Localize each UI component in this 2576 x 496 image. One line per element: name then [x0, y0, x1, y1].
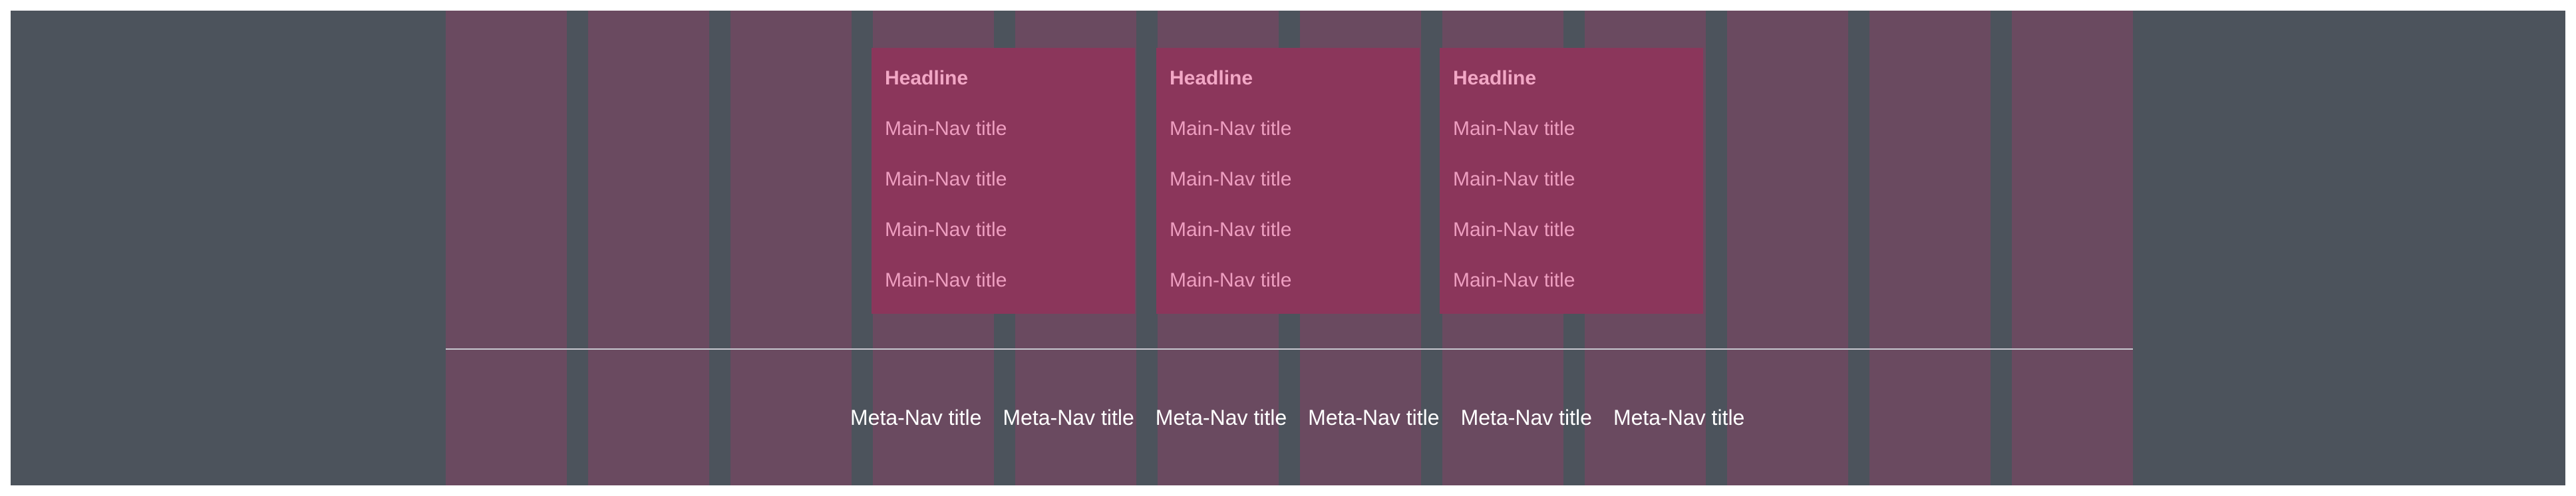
divider [446, 348, 2133, 350]
main-nav-group: Headline Main-Nav title Main-Nav title M… [1440, 48, 1703, 314]
main-nav-link[interactable]: Main-Nav title [1170, 166, 1406, 193]
main-nav-link[interactable]: Main-Nav title [1453, 116, 1690, 142]
main-nav-headline: Headline [885, 67, 969, 89]
meta-nav: Meta-Nav title Meta-Nav title Meta-Nav t… [850, 402, 1744, 434]
main-nav-link[interactable]: Main-Nav title [885, 267, 1122, 294]
main-nav-link[interactable]: Main-Nav title [1453, 166, 1690, 193]
main-nav-group: Headline Main-Nav title Main-Nav title M… [872, 48, 1135, 314]
main-nav-link[interactable]: Main-Nav title [885, 217, 1122, 243]
meta-nav-link[interactable]: Meta-Nav title [1613, 402, 1744, 434]
main-nav-group: Headline Main-Nav title Main-Nav title M… [1156, 48, 1420, 314]
grid-column [446, 11, 567, 485]
meta-nav-link[interactable]: Meta-Nav title [1156, 402, 1287, 434]
meta-nav-link[interactable]: Meta-Nav title [850, 402, 981, 434]
grid-column [1869, 11, 1991, 485]
grid-column [588, 11, 709, 485]
main-nav-headline: Headline [1453, 67, 1537, 89]
meta-nav-link[interactable]: Meta-Nav title [1461, 402, 1592, 434]
main-nav-link[interactable]: Main-Nav title [1170, 116, 1406, 142]
main-nav-headline: Headline [1170, 67, 1253, 89]
grid-column [1727, 11, 1848, 485]
main-nav-link[interactable]: Main-Nav title [1170, 267, 1406, 294]
meta-nav-link[interactable]: Meta-Nav title [1003, 402, 1134, 434]
grid-column [2012, 11, 2133, 485]
main-nav-link[interactable]: Main-Nav title [1453, 217, 1690, 243]
main-nav-link[interactable]: Main-Nav title [885, 116, 1122, 142]
footer-navigation-layout: Headline Main-Nav title Main-Nav title M… [11, 11, 2565, 485]
meta-nav-link[interactable]: Meta-Nav title [1308, 402, 1439, 434]
main-nav-link[interactable]: Main-Nav title [885, 166, 1122, 193]
main-nav-link[interactable]: Main-Nav title [1170, 217, 1406, 243]
grid-column [730, 11, 852, 485]
main-nav-link[interactable]: Main-Nav title [1453, 267, 1690, 294]
